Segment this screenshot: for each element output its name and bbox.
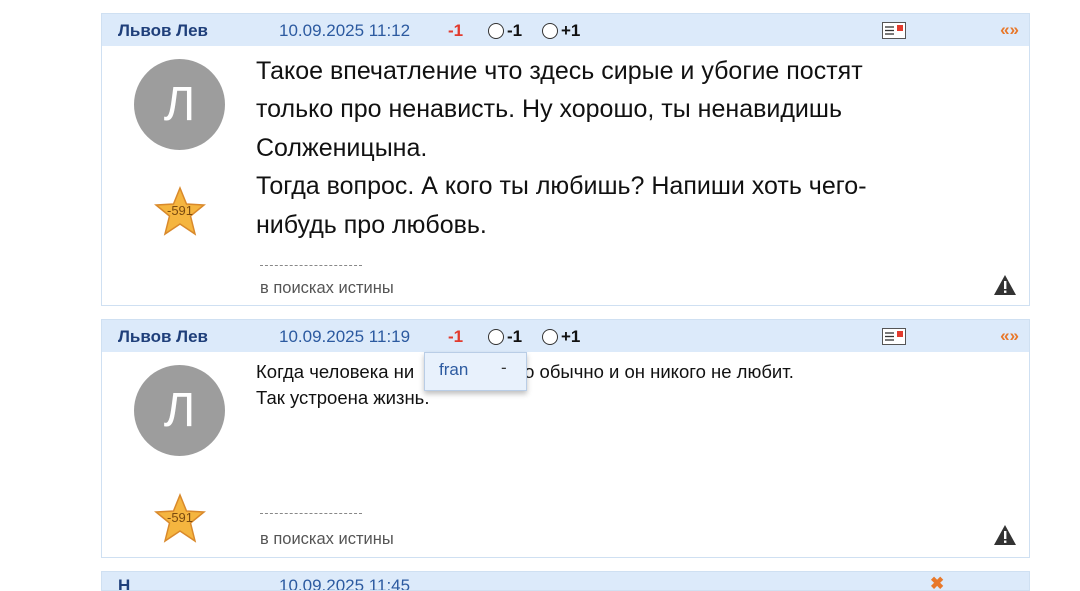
- radio-icon: [488, 23, 504, 39]
- vote-plus-label: +1: [561, 21, 581, 40]
- author-name[interactable]: Львов Лев: [118, 21, 208, 41]
- karma-value: -591: [166, 203, 194, 218]
- post-text-line: Тогда вопрос. А кого ты любишь? Напиши х…: [256, 172, 867, 201]
- avatar[interactable]: Л: [134, 365, 225, 456]
- post-date[interactable]: 10.09.2025 11:19: [279, 327, 410, 347]
- post-header: Н 10.09.2025 11:45 ✖: [101, 571, 1030, 591]
- post: Львов Лев 10.09.2025 11:19 -1 -1 +1 «» Л…: [101, 319, 1030, 558]
- post-text-line: Солженицына.: [256, 133, 428, 162]
- user-popup: fran -: [424, 352, 527, 391]
- radio-icon: [542, 329, 558, 345]
- signature: в поисках истины: [260, 530, 394, 548]
- post-header: Львов Лев 10.09.2025 11:19 -1 -1 +1 «»: [102, 320, 1029, 352]
- vote-plus-radio[interactable]: +1: [542, 327, 580, 347]
- vote-plus-label: +1: [561, 327, 581, 346]
- post-date[interactable]: 10.09.2025 11:45: [279, 576, 410, 590]
- post-body: Такое впечатление что здесь сирые и убог…: [256, 52, 867, 244]
- author-name[interactable]: Львов Лев: [118, 327, 208, 347]
- vote-plus-radio[interactable]: +1: [542, 21, 580, 41]
- signature-divider: [260, 265, 362, 266]
- vote-minus-radio[interactable]: -1: [488, 21, 522, 41]
- avatar-letter: Л: [163, 384, 196, 437]
- post-text-line: Такое впечатление что здесь сирые и убог…: [256, 57, 863, 85]
- karma-star: -591: [154, 186, 206, 238]
- post-text-line: только про ненависть. Ну хорошо, ты нена…: [256, 95, 842, 124]
- post-text-line: нибудь про любовь.: [256, 210, 487, 239]
- karma-star: -591: [154, 493, 206, 545]
- post-date[interactable]: 10.09.2025 11:12: [279, 21, 410, 41]
- author-name[interactable]: Н: [118, 576, 130, 590]
- radio-icon: [488, 329, 504, 345]
- warning-icon[interactable]: [993, 274, 1017, 296]
- vote-minus-label: -1: [507, 327, 523, 346]
- avatar[interactable]: Л: [134, 59, 225, 150]
- post: Львов Лев 10.09.2025 11:12 -1 -1 +1 «» Л…: [101, 13, 1030, 306]
- karma-value: -591: [166, 510, 194, 525]
- close-icon[interactable]: ✖: [930, 574, 944, 590]
- signature-divider: [260, 513, 362, 514]
- message-icon[interactable]: [882, 22, 906, 39]
- vote-minus-label: -1: [507, 21, 523, 40]
- post-rating: -1: [448, 21, 464, 40]
- radio-icon: [542, 23, 558, 39]
- quote-link[interactable]: «»: [1000, 326, 1019, 346]
- post-header: Львов Лев 10.09.2025 11:12 -1 -1 +1 «»: [102, 14, 1029, 46]
- popup-dash-button[interactable]: -: [501, 358, 507, 378]
- signature: в поисках истины: [260, 279, 394, 297]
- popup-username-link[interactable]: fran: [439, 360, 468, 380]
- quote-link[interactable]: «»: [1000, 20, 1019, 40]
- avatar-letter: Л: [163, 78, 196, 131]
- message-icon[interactable]: [882, 328, 906, 345]
- post-rating: -1: [448, 327, 464, 346]
- warning-icon[interactable]: [993, 524, 1017, 546]
- vote-minus-radio[interactable]: -1: [488, 327, 522, 347]
